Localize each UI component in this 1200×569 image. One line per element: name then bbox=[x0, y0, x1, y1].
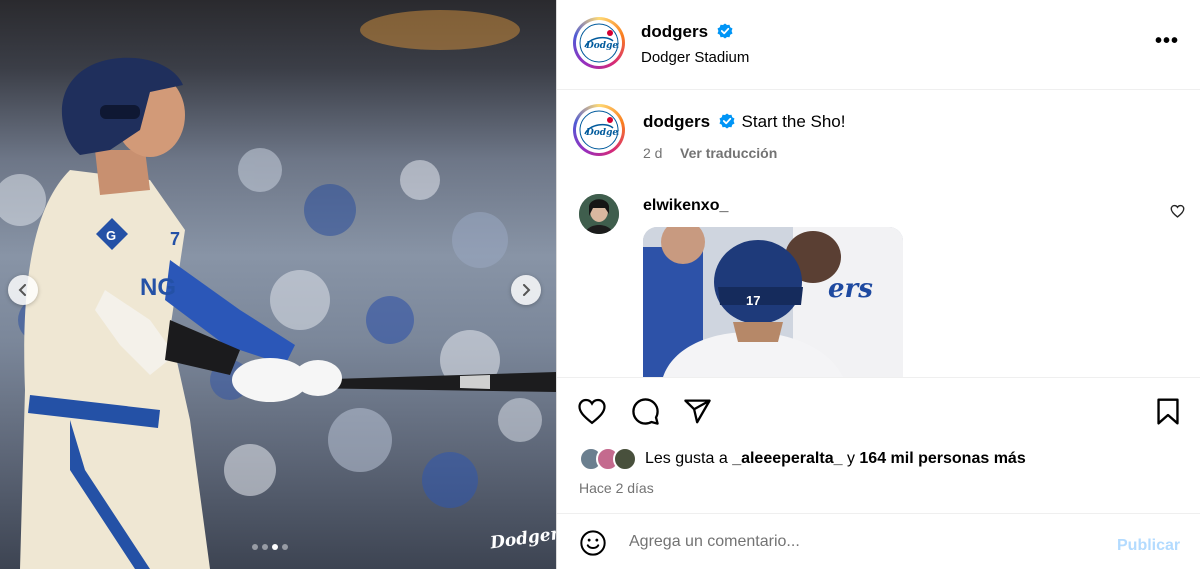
verified-badge-icon bbox=[719, 113, 735, 129]
post-header: Dodgers dodgers Dodger Stadium ••• bbox=[557, 0, 1200, 90]
chevron-left-icon bbox=[18, 284, 26, 296]
post-sidebar: Dodgers dodgers Dodger Stadium ••• Dodge… bbox=[556, 0, 1200, 569]
post-location[interactable]: Dodger Stadium bbox=[641, 49, 749, 66]
chevron-right-icon bbox=[523, 284, 531, 296]
gif-image: ers 17 bbox=[643, 227, 903, 377]
comment-composer: Publicar bbox=[557, 514, 1200, 569]
carousel-dot bbox=[262, 544, 268, 550]
emoji-button[interactable] bbox=[579, 529, 607, 562]
liker-avatar[interactable] bbox=[613, 447, 637, 471]
post-timestamp[interactable]: Hace 2 días bbox=[579, 480, 654, 496]
comment-username[interactable]: elwikenxo_ bbox=[643, 197, 728, 215]
author-username[interactable]: dodgers bbox=[641, 22, 708, 41]
share-button[interactable] bbox=[683, 397, 712, 431]
comment-button[interactable] bbox=[631, 397, 660, 431]
verified-badge-icon bbox=[717, 23, 733, 39]
caption: dodgers Start the Sho! bbox=[643, 112, 845, 132]
svg-text:ers: ers bbox=[828, 274, 873, 304]
commenter-avatar[interactable] bbox=[579, 194, 619, 234]
likes-count-link[interactable]: 164 mil personas más bbox=[859, 450, 1025, 467]
svg-text:17: 17 bbox=[746, 293, 760, 308]
likes-joiner: y bbox=[846, 450, 855, 467]
paper-plane-icon bbox=[684, 399, 711, 424]
comment-input[interactable] bbox=[629, 531, 1089, 553]
heart-icon bbox=[1170, 204, 1185, 218]
svg-text:7: 7 bbox=[170, 229, 180, 249]
carousel-dot bbox=[252, 544, 258, 550]
heart-icon bbox=[578, 398, 606, 425]
save-button[interactable] bbox=[1155, 397, 1181, 431]
dodgers-logo-icon: Dodgers bbox=[579, 23, 619, 63]
more-options-button[interactable]: ••• bbox=[1155, 30, 1179, 53]
comment-bubble-icon bbox=[632, 398, 659, 425]
post-media[interactable]: G 7 NG Dodgers bbox=[0, 0, 556, 569]
emoji-smiley-icon bbox=[580, 530, 606, 556]
post-actions-section: Les gusta a _aleeeperalta_ y 164 mil per… bbox=[557, 377, 1200, 514]
player-photo: G 7 NG bbox=[0, 10, 556, 569]
author-avatar[interactable]: Dodgers bbox=[573, 17, 625, 69]
caption-timestamp[interactable]: 2 d bbox=[643, 145, 662, 161]
comment-like-button[interactable] bbox=[1170, 204, 1185, 223]
like-button[interactable] bbox=[577, 397, 607, 430]
carousel-dot-active bbox=[272, 544, 278, 550]
caption-text: Start the Sho! bbox=[741, 112, 846, 131]
svg-text:Dodgers: Dodgers bbox=[585, 41, 619, 51]
svg-text:Dodgers: Dodgers bbox=[585, 128, 619, 138]
translate-button[interactable]: Ver traducción bbox=[680, 145, 777, 161]
svg-text:G: G bbox=[106, 228, 116, 243]
likes-row: Les gusta a _aleeeperalta_ y 164 mil per… bbox=[579, 447, 1026, 471]
author-name-row: dodgers bbox=[641, 22, 733, 42]
publish-button[interactable]: Publicar bbox=[1117, 537, 1180, 555]
dodgers-logo-icon: Dodgers bbox=[579, 110, 619, 150]
svg-text:NG: NG bbox=[140, 274, 176, 301]
carousel-dot bbox=[282, 544, 288, 550]
caption-author-avatar[interactable]: Dodgers bbox=[573, 104, 625, 156]
carousel-indicator bbox=[252, 544, 288, 550]
carousel-next-button[interactable] bbox=[511, 275, 541, 305]
comment-gif[interactable]: ers 17 bbox=[643, 227, 903, 377]
commenter-avatar-image bbox=[579, 194, 619, 234]
carousel-prev-button[interactable] bbox=[8, 275, 38, 305]
caption-username[interactable]: dodgers bbox=[643, 112, 710, 131]
likes-summary: Les gusta a _aleeeperalta_ y 164 mil per… bbox=[645, 450, 1026, 468]
likes-prefix: Les gusta a bbox=[645, 450, 728, 467]
bookmark-icon bbox=[1157, 398, 1179, 425]
liker-username[interactable]: _aleeeperalta_ bbox=[732, 450, 842, 467]
